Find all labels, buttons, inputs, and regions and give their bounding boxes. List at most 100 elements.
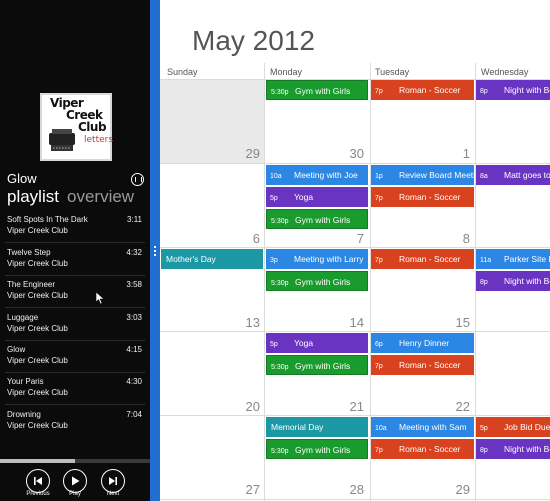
day-number: 1 [462, 146, 470, 161]
now-playing-title: Glow [7, 171, 37, 186]
weekday-header-sunday: Sunday [167, 67, 198, 77]
tab-playlist[interactable]: playlist [7, 187, 59, 207]
event-night-with-boys[interactable]: 8p Night with Boys [476, 271, 550, 291]
event-title: Roman - Soccer [399, 85, 461, 95]
play-icon [72, 476, 80, 486]
event-mothers-day[interactable]: Mother's Day [161, 249, 263, 269]
event-title: Review Board Meeting [399, 170, 474, 180]
grid-line [160, 247, 550, 248]
event-meeting-with-larry[interactable]: 3p Meeting with Larry [266, 249, 368, 269]
album-art-text-3: Club [78, 120, 107, 134]
day-number: 14 [349, 315, 364, 330]
event-title: Meeting with Sam [399, 422, 467, 432]
event-title: Roman - Soccer [399, 192, 461, 202]
event-henry-dinner[interactable]: 6p Henry Dinner [371, 333, 474, 353]
event-gym-with-girls[interactable]: 5:30p Gym with Girls [266, 271, 368, 291]
event-meeting-with-sam[interactable]: 10a Meeting with Sam [371, 417, 474, 437]
event-title: Henry Dinner [399, 338, 450, 348]
day-number: 20 [245, 399, 260, 414]
tab-overview[interactable]: overview [67, 187, 134, 207]
event-title: Roman - Soccer [399, 360, 461, 370]
track-duration: 4:15 [126, 345, 142, 354]
event-gym-with-girls[interactable]: 5:30p Gym with Girls [266, 80, 368, 100]
track-item[interactable]: Luggage Viper Creek Club 3:03 [0, 313, 150, 344]
event-night-with-boys[interactable]: 8p Night with Boys [476, 80, 550, 100]
weekday-header-monday: Monday [270, 67, 303, 77]
track-artist: Viper Creek Club [7, 324, 68, 333]
event-roman-soccer[interactable]: 7p Roman - Soccer [371, 439, 474, 459]
day-number: 6 [252, 231, 260, 246]
event-title: Gym with Girls [295, 277, 351, 287]
track-name: Twelve Step [7, 248, 51, 257]
play-button[interactable] [63, 469, 87, 493]
event-time: 8a [480, 173, 488, 180]
track-item[interactable]: Drowning Viper Creek Club 7:04 [0, 410, 150, 441]
event-gym-with-girls[interactable]: 5:30p Gym with Girls [266, 209, 368, 229]
event-parker-site-inspection[interactable]: 11a Parker Site Insp [476, 249, 550, 269]
event-time: 3p [270, 257, 278, 264]
event-yoga[interactable]: 5p Yoga [266, 333, 368, 353]
play-label: Play [69, 491, 81, 497]
event-time: 11a [480, 257, 492, 264]
event-roman-soccer[interactable]: 7p Roman - Soccer [371, 355, 474, 375]
music-app-panel: Viper Creek Club letters Glow playlist o… [0, 0, 150, 501]
event-time: 8p [480, 279, 488, 286]
grid-line [264, 63, 265, 501]
track-item[interactable]: The Engineer Viper Creek Club 3:58 [0, 280, 150, 311]
month-title: May 2012 [192, 25, 315, 56]
event-roman-soccer[interactable]: 7p Roman - Soccer [371, 187, 474, 207]
event-time: 7p [375, 447, 383, 454]
splitter-grip-icon[interactable] [153, 244, 157, 258]
track-item[interactable]: Glow Viper Creek Club 4:15 [0, 345, 150, 376]
track-artist: Viper Creek Club [7, 388, 68, 397]
event-roman-soccer[interactable]: 7p Roman - Soccer [371, 80, 474, 100]
track-divider [5, 275, 145, 276]
event-time: 8p [480, 447, 488, 454]
previous-button[interactable] [26, 469, 50, 493]
track-duration: 3:58 [126, 280, 142, 289]
snap-splitter[interactable] [150, 0, 160, 501]
track-name: Glow [7, 345, 26, 354]
event-matt-goes-to-san[interactable]: 8a Matt goes to San [476, 165, 550, 185]
track-name: Luggage [7, 313, 39, 322]
event-gym-with-girls[interactable]: 5:30p Gym with Girls [266, 439, 368, 459]
next-label: Next [106, 491, 120, 497]
event-job-bid-due[interactable]: 5p Job Bid Due! [476, 417, 550, 437]
event-title: Gym with Girls [295, 445, 351, 455]
event-title: Memorial Day [271, 422, 324, 432]
event-time: 5:30p [271, 280, 289, 287]
previous-label: Previous [26, 491, 50, 497]
track-artist: Viper Creek Club [7, 421, 68, 430]
track-divider [5, 242, 145, 243]
event-gym-with-girls[interactable]: 5:30p Gym with Girls [266, 355, 368, 375]
event-meeting-with-joe[interactable]: 10a Meeting with Joe [266, 165, 368, 185]
event-time: 7p [375, 88, 383, 95]
event-time: 5p [270, 341, 278, 348]
event-time: 10a [270, 173, 282, 180]
track-duration: 7:04 [126, 410, 142, 419]
now-playing-pause-icon[interactable] [131, 173, 144, 186]
playback-progress-bar[interactable] [0, 459, 150, 463]
event-time: 5:30p [271, 218, 289, 225]
day-number: 7 [356, 231, 364, 246]
album-art-text-4: letters [84, 135, 114, 145]
event-night-with-boys[interactable]: 8p Night with Boys [476, 439, 550, 459]
event-memorial-day[interactable]: Memorial Day [266, 417, 368, 437]
track-item[interactable]: Your Paris Viper Creek Club 4:30 [0, 377, 150, 408]
track-item[interactable]: Soft Spots In The Dark Viper Creek Club … [0, 215, 150, 246]
calendar-app-panel: May 2012 Sunday Monday Tuesday Wednesday… [160, 0, 550, 501]
track-duration: 4:30 [126, 377, 142, 386]
event-roman-soccer[interactable]: 7p Roman - Soccer [371, 249, 474, 269]
event-title: Gym with Girls [295, 361, 351, 371]
event-title: Meeting with Larry [294, 254, 364, 264]
event-time: 7p [375, 257, 383, 264]
event-yoga[interactable]: 5p Yoga [266, 187, 368, 207]
event-review-board-meeting[interactable]: 1p Review Board Meeting [371, 165, 474, 185]
event-time: 1p [375, 173, 383, 180]
event-time: 5:30p [271, 448, 289, 455]
event-time: 6p [375, 341, 383, 348]
album-art[interactable]: Viper Creek Club letters [40, 93, 114, 161]
weekday-header-wednesday: Wednesday [481, 67, 529, 77]
next-button[interactable] [101, 469, 125, 493]
track-item[interactable]: Twelve Step Viper Creek Club 4:32 [0, 248, 150, 279]
